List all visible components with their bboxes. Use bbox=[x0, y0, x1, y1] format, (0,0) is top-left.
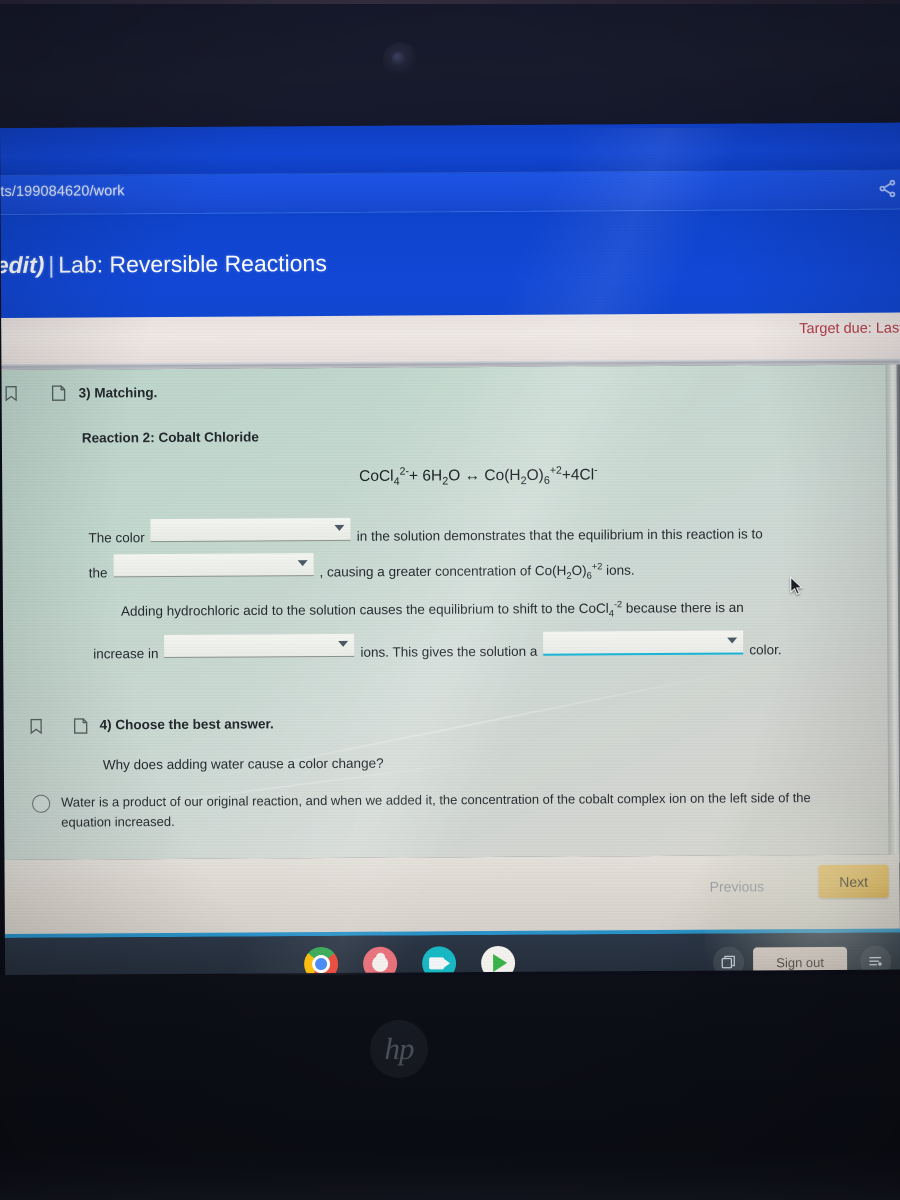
laptop-top-bezel bbox=[0, 0, 900, 128]
page-title-separator: | bbox=[48, 251, 55, 278]
sentence-4-text-c: color. bbox=[749, 642, 782, 658]
sentence-4-text-b: ions. This gives the solution a bbox=[360, 643, 538, 660]
sentence-2-text-b: , causing a greater concentration of Co(… bbox=[319, 560, 635, 582]
sentence-4-text-a: increase in bbox=[93, 646, 159, 662]
laptop-screen: ts/199084620/work redit) | Lab: Reversible… bbox=[0, 122, 900, 975]
direction-dropdown[interactable] bbox=[113, 553, 314, 578]
chrome-icon[interactable] bbox=[304, 946, 339, 975]
page-title-italic: redit) bbox=[0, 251, 45, 279]
quiz-footer bbox=[0, 854, 900, 938]
bookmark-icon[interactable] bbox=[3, 383, 20, 404]
chevron-down-icon bbox=[338, 640, 349, 647]
laptop-photo: ts/199084620/work redit) | Lab: Reversible… bbox=[0, 0, 900, 1200]
chevron-down-icon bbox=[297, 560, 308, 567]
play-store-icon[interactable] bbox=[481, 945, 516, 975]
note-icon[interactable] bbox=[50, 383, 67, 404]
answer-option-1[interactable]: Water is a product of our original react… bbox=[32, 788, 862, 833]
share-icon[interactable] bbox=[877, 179, 897, 199]
sentence-1: The color in the solution demonstrates t… bbox=[88, 515, 763, 546]
question-4-prompt: Why does adding water cause a color chan… bbox=[102, 755, 384, 773]
meet-icon[interactable] bbox=[422, 946, 457, 975]
previous-button[interactable]: Previous bbox=[710, 878, 765, 894]
solution-color-dropdown[interactable] bbox=[543, 630, 744, 656]
sentence-1-text-b: in the solution demonstrates that the eq… bbox=[356, 526, 763, 544]
answer-option-1-text: Water is a product of our original react… bbox=[61, 790, 811, 830]
sentence-3-text: Adding hydrochloric acid to the solution… bbox=[120, 599, 744, 620]
radio-button-icon[interactable] bbox=[32, 794, 51, 813]
question-4-label: 4) Choose the best answer. bbox=[99, 716, 274, 733]
laptop-deck-shadow bbox=[0, 1150, 900, 1200]
bookmark-icon[interactable] bbox=[28, 716, 45, 737]
chemical-equation: CoCl42-+ 6H2O ↔ Co(H2O)6+2+4Cl- bbox=[359, 464, 598, 488]
due-date-bar bbox=[0, 312, 900, 367]
page-title-rest: Lab: Reversible Reactions bbox=[58, 250, 327, 278]
target-due-text: Target due: Last bbox=[799, 320, 900, 338]
card-right-edge bbox=[885, 364, 900, 863]
question-3-label: 3) Matching. bbox=[78, 385, 158, 401]
shelf-menu-icon[interactable] bbox=[860, 945, 892, 975]
sentence-4: increase in ions. This gives the solutio… bbox=[93, 630, 782, 661]
sentence-3: Adding hydrochloric acid to the solution… bbox=[121, 598, 744, 622]
hp-logo: hp bbox=[370, 1020, 428, 1078]
note-icon[interactable] bbox=[72, 715, 89, 736]
page-title: redit) | Lab: Reversible Reactions bbox=[0, 250, 327, 279]
screenshot-icon[interactable] bbox=[713, 946, 745, 975]
mouse-pointer bbox=[790, 576, 804, 596]
webcam-lens-icon bbox=[392, 52, 405, 65]
reaction-subheading: Reaction 2: Cobalt Chloride bbox=[81, 429, 259, 446]
color-dropdown[interactable] bbox=[150, 517, 351, 543]
chevron-down-icon bbox=[727, 637, 738, 644]
chevron-down-icon bbox=[334, 524, 345, 531]
browser-chrome bbox=[0, 122, 900, 329]
next-button[interactable]: Next bbox=[818, 864, 889, 899]
sentence-2-text-a: the bbox=[88, 565, 108, 581]
url-bar[interactable] bbox=[0, 170, 900, 215]
sentence-1-text-a: The color bbox=[88, 530, 145, 546]
increase-in-dropdown[interactable] bbox=[164, 633, 355, 659]
sentence-2: the , causing a greater concentration of… bbox=[89, 551, 635, 584]
sign-out-button[interactable]: Sign out bbox=[753, 946, 848, 975]
classroom-icon[interactable] bbox=[363, 946, 398, 975]
url-text[interactable]: ts/199084620/work bbox=[0, 183, 124, 200]
